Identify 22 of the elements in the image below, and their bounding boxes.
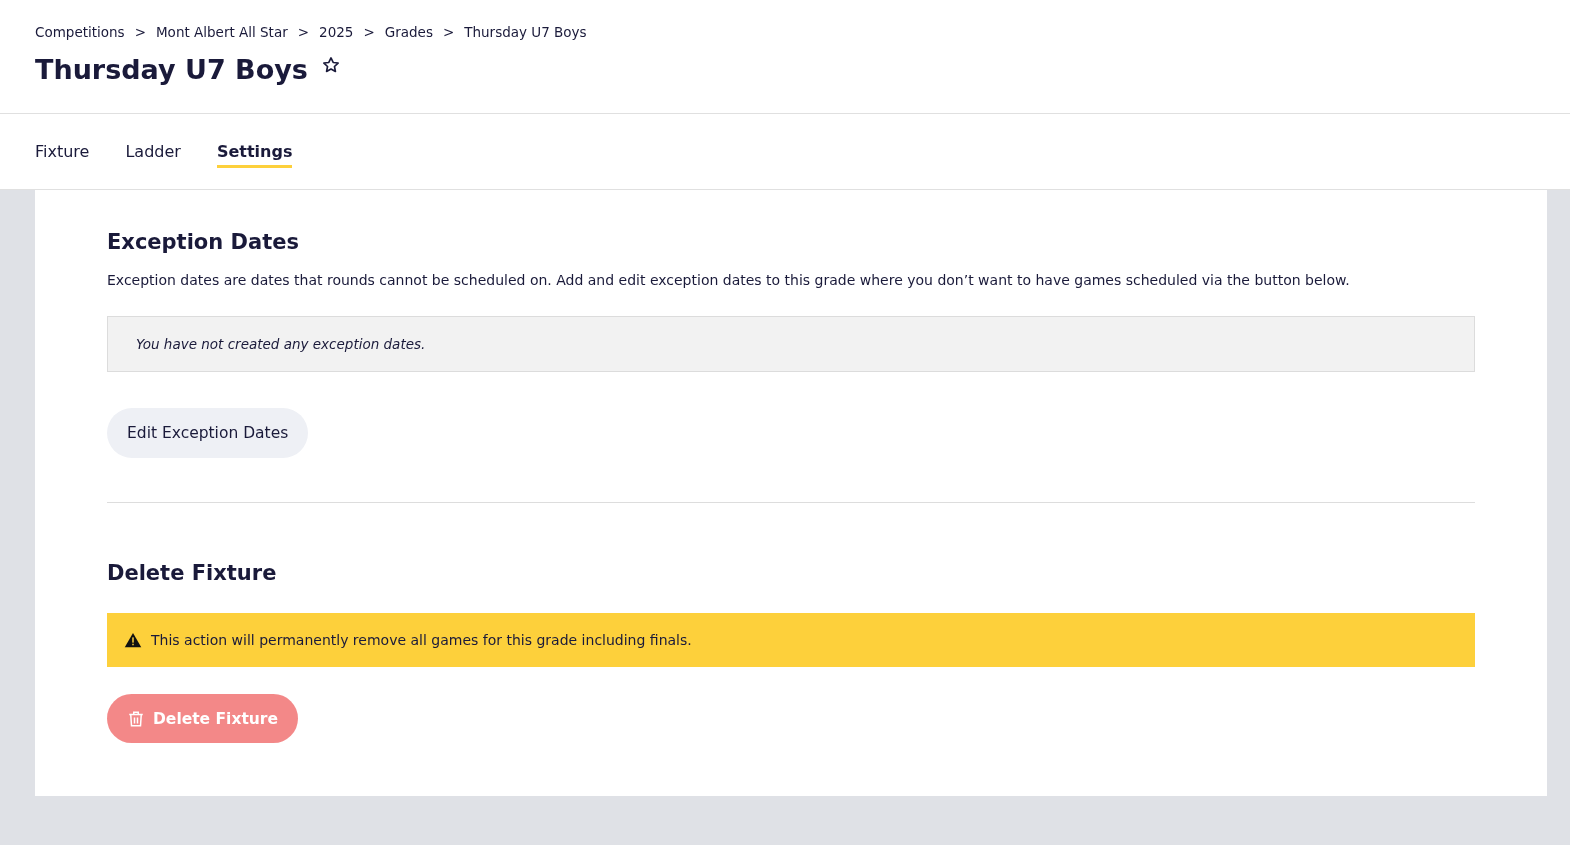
section-heading: Exception Dates — [107, 230, 300, 254]
breadcrumb-link[interactable]: 2025 — [319, 24, 354, 40]
tab[interactable]: Fixture — [35, 138, 90, 168]
breadcrumb-separator: > — [442, 24, 455, 40]
tab[interactable]: Ladder — [125, 138, 181, 168]
page-title: Thursday U7 Boys — [35, 54, 308, 85]
section-description: Exception dates are dates that rounds cannot be scheduled on. Add and edit exception dates to this grade where you don’t want to have games scheduled via the button below. — [107, 272, 1351, 288]
breadcrumb-link[interactable]: Grades — [384, 24, 433, 40]
trash-icon — [127, 709, 145, 728]
empty-message: You have not created any exception dates. — [107, 316, 1475, 372]
breadcrumb-separator: > — [297, 24, 310, 40]
tab[interactable]: Settings — [216, 138, 293, 168]
breadcrumb-separator: > — [134, 24, 146, 40]
breadcrumb-separator: > — [363, 24, 375, 40]
edit-exception-dates-button[interactable]: Edit Exception Dates — [107, 408, 309, 458]
breadcrumb-link[interactable]: Mont Albert All Star — [155, 24, 288, 40]
breadcrumb-link[interactable]: Thursday U7 Boys — [464, 24, 587, 40]
section-heading: Delete Fixture — [107, 561, 278, 585]
warning-text: This action will permanently remove all games for this grade including finals. — [151, 632, 692, 648]
star-icon[interactable] — [321, 56, 340, 74]
breadcrumb-link[interactable]: Competitions — [35, 24, 125, 40]
warning-icon — [124, 632, 142, 648]
